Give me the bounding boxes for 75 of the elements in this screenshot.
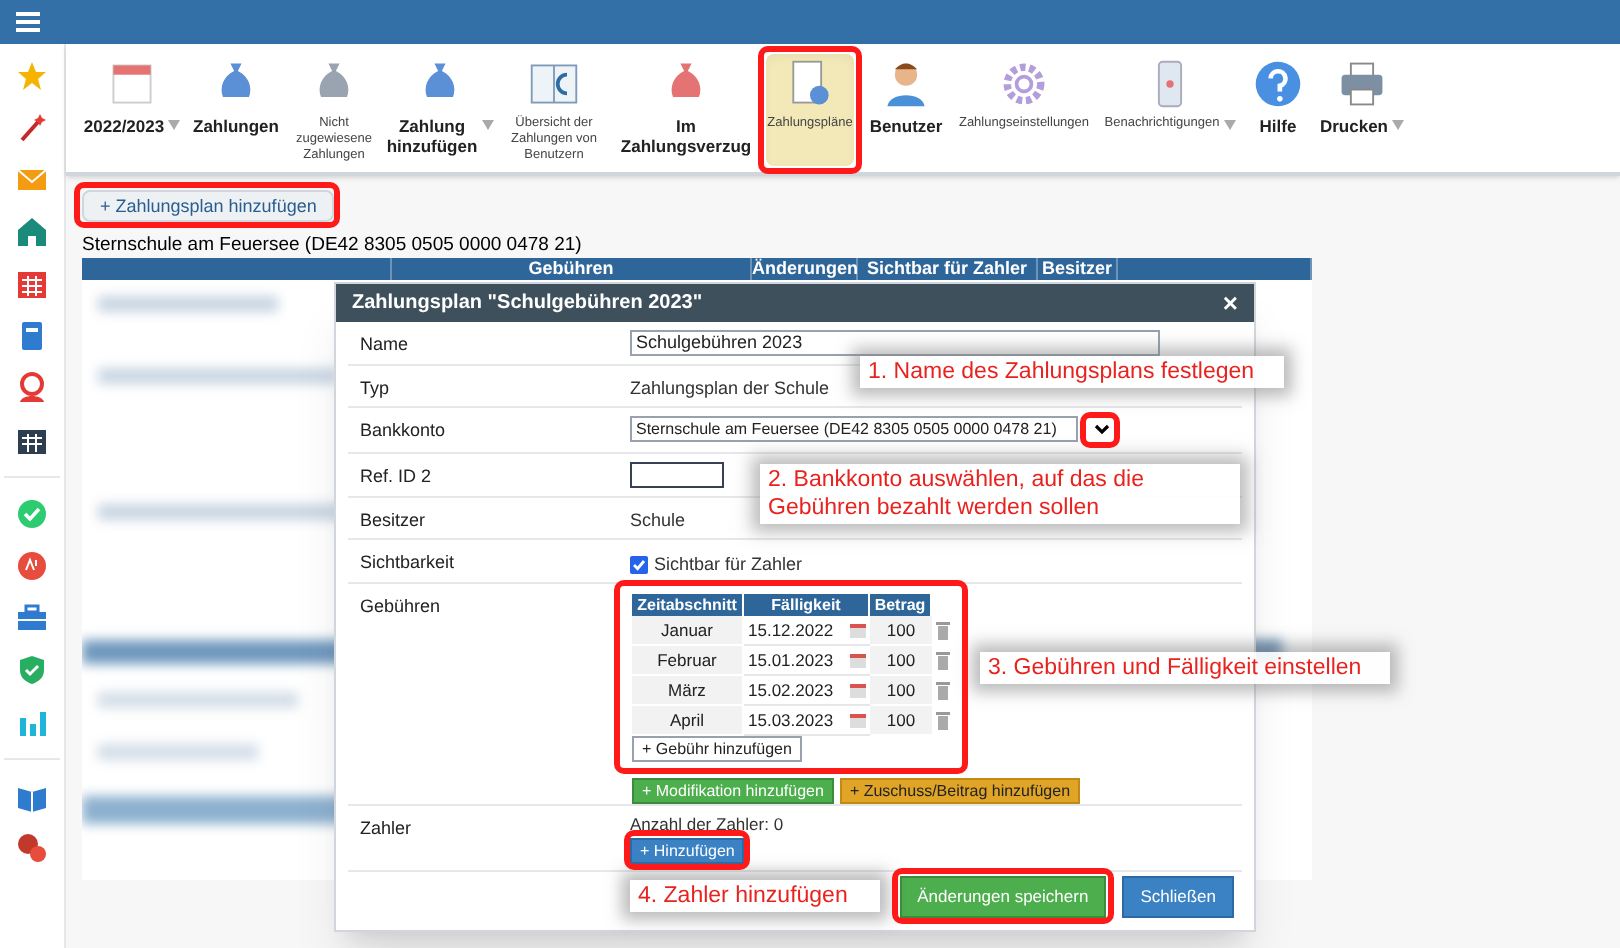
- trash-icon[interactable]: [936, 622, 950, 640]
- chat-icon[interactable]: [16, 832, 48, 864]
- text-field[interactable]: Schulgebühren 2023: [630, 330, 1160, 356]
- trash-icon[interactable]: [936, 712, 950, 730]
- table-cell: Januar: [632, 616, 744, 646]
- house-icon[interactable]: [16, 216, 48, 248]
- toolbar-button[interactable]: Zahlungen: [192, 54, 280, 166]
- star-icon[interactable]: [16, 60, 48, 92]
- amount-field[interactable]: 100: [870, 706, 932, 736]
- toolbar-button[interactable]: Benutzer: [864, 54, 948, 166]
- add-fee-button[interactable]: + Gebühr hinzufügen: [632, 736, 802, 762]
- annotation-callout: 4. Zahler hinzufügen: [630, 880, 880, 912]
- briefcase-icon[interactable]: [16, 602, 48, 634]
- close-button[interactable]: ×: [1222, 290, 1238, 316]
- date-field[interactable]: 15.02.2023: [748, 677, 834, 703]
- field-label: Zahler: [360, 816, 414, 842]
- field-label: Besitzer: [360, 508, 428, 534]
- table-cell: April: [632, 706, 744, 736]
- footer-button[interactable]: Schließen: [1122, 876, 1234, 918]
- calendar-icon[interactable]: [16, 424, 48, 456]
- amount-field[interactable]: 100: [870, 616, 932, 646]
- toolbar-button[interactable]: Hilfe: [1250, 54, 1306, 166]
- toolbar-button[interactable]: Im Zahlungsverzug: [616, 54, 756, 166]
- field-label: Bankkonto: [360, 418, 448, 444]
- dropdown-field[interactable]: Sternschule am Feuersee (DE42 8305 0505 0000 0478 21): [630, 416, 1078, 442]
- toolbar-button[interactable]: Drucken: [1316, 54, 1408, 166]
- table-cell: März: [632, 676, 744, 706]
- date-field[interactable]: 15.12.2022: [748, 617, 834, 643]
- column-header: Fälligkeit: [744, 594, 870, 616]
- date-field[interactable]: 15.03.2023: [748, 707, 834, 733]
- envelope-icon[interactable]: [16, 164, 48, 196]
- bar-chart-icon[interactable]: [16, 706, 48, 738]
- amount-field[interactable]: 100: [870, 676, 932, 706]
- checkbox[interactable]: [630, 556, 648, 575]
- annotation-callout: 3. Gebühren und Fälligkeit einstellen: [980, 652, 1390, 684]
- book-icon[interactable]: [16, 320, 48, 352]
- shield-icon[interactable]: [16, 654, 48, 686]
- date-field[interactable]: 15.01.2023: [748, 647, 834, 673]
- highlight-frame: [758, 46, 862, 174]
- toolbar-button[interactable]: 2022/2023: [82, 54, 182, 166]
- column-header: Betrag: [870, 594, 932, 616]
- field-value: Zahlungsplan der Schule: [630, 378, 830, 398]
- field-label: Sichtbarkeit: [360, 550, 457, 576]
- field-label: Typ: [360, 376, 392, 402]
- add-payer-button[interactable]: + Hinzufügen: [630, 838, 745, 864]
- trash-icon[interactable]: [936, 652, 950, 670]
- toolbar-button[interactable]: Zahlung hinzufügen: [388, 54, 492, 166]
- field-value: Schule: [630, 510, 686, 530]
- highlight-frame: [624, 830, 750, 870]
- field-label: Name: [360, 332, 411, 358]
- amount-field[interactable]: 100: [870, 646, 932, 676]
- help-icon: [1252, 58, 1304, 110]
- column-header: Zeitabschnitt: [632, 594, 744, 616]
- magic-wand-icon[interactable]: [16, 112, 48, 144]
- menu-icon[interactable]: [16, 12, 40, 32]
- annotation-callout: 1. Name des Zahlungsplans festlegen: [860, 356, 1284, 388]
- text-field[interactable]: [630, 462, 724, 488]
- highlight-frame: [1080, 412, 1120, 448]
- add-button[interactable]: + Zuschuss/Beitrag hinzufügen: [839, 777, 1081, 803]
- table-cell: Februar: [632, 646, 744, 676]
- badge-icon[interactable]: [16, 550, 48, 582]
- account-title: Sternschule am Feuersee (DE42 8305 0505 0000 0478 21): [82, 234, 584, 258]
- field-label: Gebühren: [360, 594, 443, 620]
- gear-icon: [998, 58, 1050, 110]
- person-icon[interactable]: [16, 372, 48, 404]
- add-payment-plan-button[interactable]: + Zahlungsplan hinzufügen: [82, 190, 335, 222]
- payer-count: Anzahl der Zahler: 0: [630, 814, 786, 834]
- annotation-callout: 2. Bankkonto auswählen, auf das die Gebühren bezahlt werden sollen: [760, 464, 1240, 524]
- field-label: Ref. ID 2: [360, 464, 434, 490]
- trash-icon[interactable]: [936, 682, 950, 700]
- check-icon[interactable]: [16, 498, 48, 530]
- chevron-down-icon: [1094, 423, 1110, 435]
- checkbox-label: Sichtbar für Zahler: [654, 552, 803, 578]
- dialog-title: Zahlungsplan "Schulgebühren 2023": [352, 290, 703, 318]
- printer-icon: [1336, 58, 1388, 110]
